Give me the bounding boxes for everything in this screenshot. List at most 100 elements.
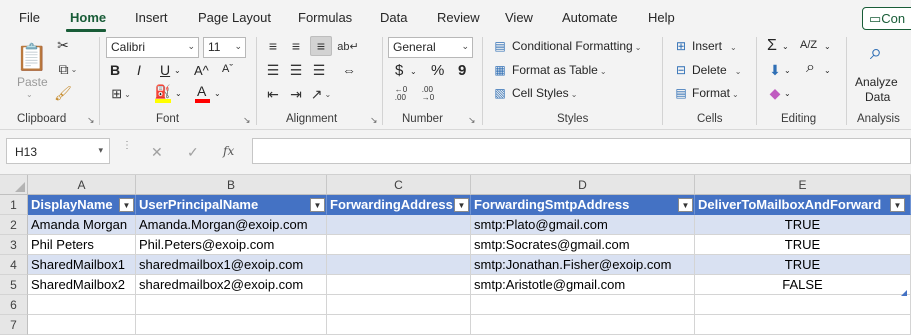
analyze-data-icon[interactable]: ⌕ [862,38,890,66]
table-cell[interactable]: smtp:Jonathan.Fisher@exoip.com [471,255,695,275]
tab-insert[interactable]: Insert [135,10,168,25]
filter-dropdown-icon[interactable]: ▼ [454,198,469,212]
table-cell[interactable]: TRUE [695,235,911,255]
table-resize-handle[interactable] [901,290,907,296]
table-cell[interactable]: TRUE [695,215,911,235]
font-color-icon[interactable]: A [197,83,206,99]
formula-input[interactable] [252,138,911,164]
table-cell[interactable] [327,235,471,255]
number-launcher-icon[interactable]: ↘ [468,115,476,126]
alignment-launcher-icon[interactable]: ↘ [370,115,378,126]
bold-button[interactable]: B [110,62,120,78]
autosum-dropdown-icon[interactable]: ⌄ [782,42,789,51]
table-header-cell[interactable]: ForwardingSmtpAddress [471,195,695,215]
empty-cell[interactable] [136,295,327,315]
delete-button[interactable]: Delete ⌄ [692,63,741,77]
tab-help[interactable]: Help [648,10,675,25]
copy-icon[interactable]: ⧉ ⌄ [54,61,82,77]
tab-review[interactable]: Review [437,10,480,25]
format-painter-icon[interactable]: 🖌 [54,85,72,101]
table-header-cell[interactable]: UserPrincipalName [136,195,327,215]
table-cell[interactable]: smtp:Socrates@gmail.com [471,235,695,255]
orientation-icon[interactable]: ↗ ⌄ [308,86,334,102]
clear-dropdown-icon[interactable]: ⌄ [784,89,791,98]
filter-dropdown-icon[interactable]: ▼ [310,198,325,212]
filter-dropdown-icon[interactable]: ▼ [890,198,905,212]
table-cell[interactable]: smtp:Aristotle@gmail.com [471,275,695,295]
row-header-4[interactable]: 4 [0,255,28,275]
name-box[interactable]: H13 ▾ [6,138,110,164]
conditional-formatting-button[interactable]: Conditional Formatting ⌄ [512,39,641,53]
decrease-decimal-icon[interactable]: .00 →0 [419,85,437,103]
wrap-text-icon[interactable]: ab↵ [337,37,358,55]
table-cell[interactable] [327,215,471,235]
align-middle-icon[interactable]: ≡ [287,38,305,54]
decrease-indent-icon[interactable]: ⇤ [264,86,282,102]
font-color-dropdown-icon[interactable]: ⌄ [214,89,221,98]
column-header-d[interactable]: D [471,175,695,195]
find-dropdown-icon[interactable]: ⌄ [824,66,831,75]
analyze-data-label-line1[interactable]: Analyze [855,75,898,89]
number-format-select[interactable]: General ⌄ [388,37,473,58]
table-cell[interactable] [327,275,471,295]
empty-cell[interactable] [695,315,911,335]
empty-cell[interactable] [327,295,471,315]
find-select-button[interactable]: ⌕ [806,59,815,77]
comments-button[interactable]: ▭Con [862,7,911,30]
table-cell[interactable]: Amanda Morgan [28,215,136,235]
column-header-b[interactable]: B [136,175,327,195]
table-cell[interactable]: Amanda.Morgan@exoip.com [136,215,327,235]
row-header-5[interactable]: 5 [0,275,28,295]
italic-button[interactable]: I [137,62,141,78]
formula-bar-grip-icon[interactable]: ⋮ [122,141,132,151]
empty-cell[interactable] [28,295,136,315]
fill-color-icon[interactable]: ⛽ [155,84,171,99]
fill-icon[interactable]: ⬇ [766,62,784,78]
format-button[interactable]: Format ⌄ [692,86,739,100]
format-as-table-button[interactable]: Format as Table ⌄ [512,63,607,77]
paste-icon[interactable]: 📋 [16,39,48,75]
filter-dropdown-icon[interactable]: ▼ [119,198,134,212]
tab-formulas[interactable]: Formulas [298,10,352,25]
align-center-icon[interactable]: ☰ [287,62,305,78]
tab-home[interactable]: Home [70,10,106,25]
font-launcher-icon[interactable]: ↘ [243,115,251,126]
currency-button[interactable]: $ [395,62,403,79]
cell-styles-button[interactable]: Cell Styles ⌄ [512,86,577,100]
insert-function-button[interactable]: fx [223,144,234,158]
tab-automate[interactable]: Automate [562,10,618,25]
filter-dropdown-icon[interactable]: ▼ [678,198,693,212]
font-name-select[interactable]: Calibri ⌄ [106,37,199,58]
insert-button[interactable]: Insert ⌄ [692,39,737,53]
empty-cell[interactable] [28,315,136,335]
empty-cell[interactable] [136,315,327,335]
autosum-button[interactable]: Σ [767,37,777,55]
empty-cell[interactable] [471,295,695,315]
cut-icon[interactable]: ✂ [55,37,71,53]
table-cell[interactable]: Phil.Peters@exoip.com [136,235,327,255]
table-cell[interactable]: sharedmailbox2@exoip.com [136,275,327,295]
table-header-cell[interactable]: DeliverToMailboxAndForward [695,195,911,215]
align-left-icon[interactable]: ☰ [264,62,282,78]
tab-file[interactable]: File [19,10,40,25]
tab-view[interactable]: View [505,10,533,25]
comma-button[interactable]: 9 [458,62,466,79]
enter-entry-button[interactable]: ✓ [187,144,199,161]
percent-button[interactable]: % [431,62,444,79]
column-header-e[interactable]: E [695,175,911,195]
row-header-3[interactable]: 3 [0,235,28,255]
borders-icon[interactable]: ⊞ ⌄ [107,85,135,103]
fill-dropdown-icon[interactable]: ⌄ [784,66,791,75]
table-cell[interactable]: Phil Peters [28,235,136,255]
merge-center-icon[interactable]: ⇔ [338,62,360,78]
row-header-6[interactable]: 6 [0,295,28,315]
table-header-cell[interactable]: ForwardingAddress [327,195,471,215]
currency-dropdown-icon[interactable]: ⌄ [410,67,417,76]
shrink-font-button[interactable]: Aˇ [222,63,233,75]
row-header-7[interactable]: 7 [0,315,28,335]
table-cell[interactable]: FALSE [695,275,911,295]
row-header-2[interactable]: 2 [0,215,28,235]
empty-cell[interactable] [327,315,471,335]
table-cell[interactable]: SharedMailbox2 [28,275,136,295]
underline-dropdown-icon[interactable]: ⌄ [174,66,181,75]
